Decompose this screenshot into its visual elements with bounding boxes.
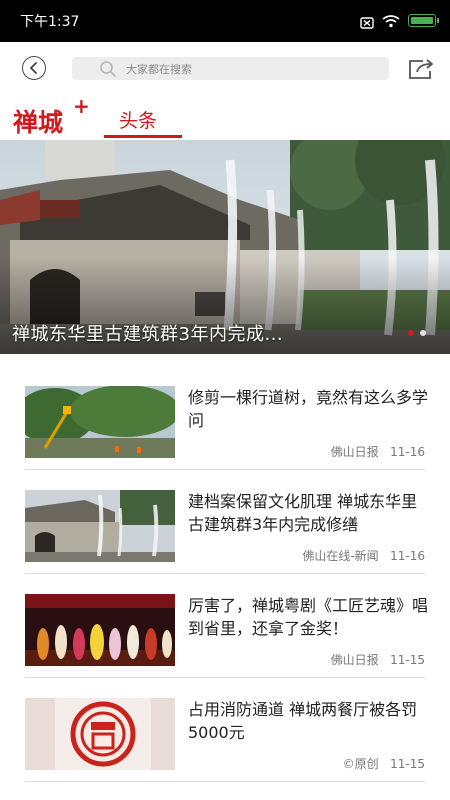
channel-logo-plus: + <box>73 94 90 118</box>
news-thumbnail <box>25 386 175 458</box>
wifi-icon <box>382 13 400 28</box>
news-title: 修剪一棵行道树，竟然有这么多学问 <box>188 388 429 430</box>
search-bar[interactable]: 大家都在搜索 <box>72 57 389 80</box>
news-title: 建档案保留文化肌理 禅城东华里古建筑群3年内完成修缮 <box>188 492 418 534</box>
back-button[interactable] <box>22 56 46 80</box>
hero-banner[interactable]: 禅城东华里古建筑群3年内完成... <box>0 140 450 354</box>
news-date: 11-16 <box>390 549 425 563</box>
news-date: 11-16 <box>390 445 425 459</box>
news-date: 11-15 <box>390 757 425 771</box>
news-item[interactable]: 厉害了，禅城粤剧《工匠艺魂》唱到省里，还拿了金奖！ 佛山日报 11-15 <box>25 574 429 678</box>
tab-headline[interactable]: 头条 <box>119 106 157 133</box>
carousel-dot <box>408 330 414 336</box>
channel-logo: 禅城 <box>13 108 64 137</box>
ancient-building-fountain-photo <box>25 490 175 562</box>
fine-stamp-photo <box>25 698 175 770</box>
status-bar: 下午1:37 <box>0 0 450 42</box>
news-item[interactable]: 占用消防通道 禅城两餐厅被各罚5000元 ©原创 11-15 <box>25 678 425 782</box>
hero-caption: 禅城东华里古建筑群3年内完成... <box>12 324 284 345</box>
news-meta: 佛山日报 11-16 <box>331 443 425 460</box>
battery-icon <box>408 13 439 27</box>
news-source: 佛山日报 <box>330 445 379 459</box>
divider <box>25 781 425 782</box>
status-icons <box>360 13 439 29</box>
news-meta: ©原创 11-15 <box>343 755 425 772</box>
news-date: 11-15 <box>390 653 425 667</box>
share-icon <box>409 59 433 79</box>
chevron-left-icon <box>30 62 37 74</box>
cantonese-opera-stage-photo <box>25 594 175 666</box>
news-item[interactable]: 修剪一棵行道树，竟然有这么多学问 佛山日报 11-16 <box>25 366 429 470</box>
status-time: 下午1:37 <box>20 14 80 30</box>
carousel-dot <box>420 330 426 336</box>
news-meta: 佛山日报 11-15 <box>331 651 425 668</box>
carousel-indicator <box>408 330 426 336</box>
tab-underline <box>104 135 182 138</box>
search-icon <box>99 60 117 78</box>
channel-bar: 禅城 + 头条 <box>0 94 450 140</box>
news-title: 占用消防通道 禅城两餐厅被各罚5000元 <box>188 700 418 742</box>
news-meta: 佛山在线-新闻 11-16 <box>302 547 425 564</box>
news-thumbnail <box>25 594 175 666</box>
news-source: 佛山在线-新闻 <box>302 549 379 563</box>
news-source: ©原创 <box>342 757 379 771</box>
tree-trimming-photo <box>25 386 175 458</box>
news-thumbnail <box>25 698 175 770</box>
no-sim-icon <box>360 14 374 29</box>
news-item[interactable]: 建档案保留文化肌理 禅城东华里古建筑群3年内完成修缮 佛山在线-新闻 11-16 <box>25 470 425 574</box>
search-placeholder: 大家都在搜索 <box>126 62 192 76</box>
share-button[interactable] <box>407 57 435 81</box>
top-nav: 大家都在搜索 <box>0 42 450 94</box>
news-thumbnail <box>25 490 175 562</box>
news-source: 佛山日报 <box>330 653 379 667</box>
news-title: 厉害了，禅城粤剧《工匠艺魂》唱到省里，还拿了金奖！ <box>188 596 429 638</box>
